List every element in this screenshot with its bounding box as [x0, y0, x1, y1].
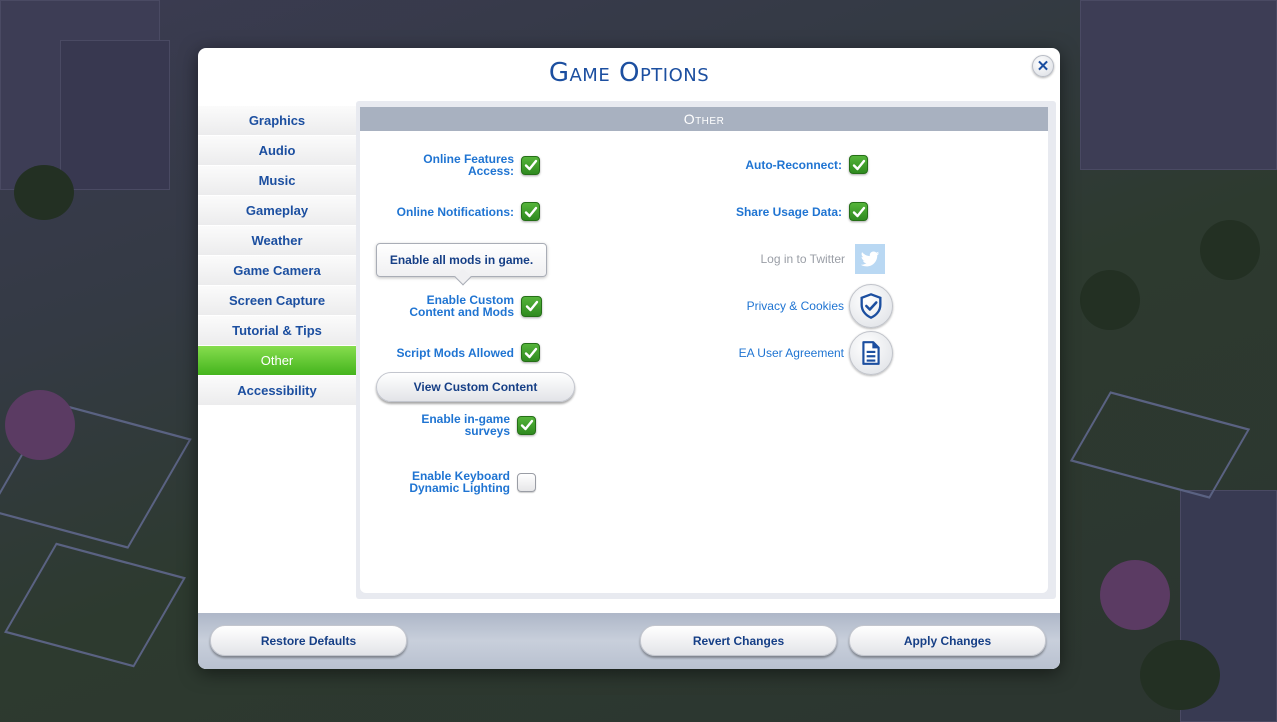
revert-changes-button[interactable]: Revert Changes — [640, 625, 837, 656]
tab-label: Accessibility — [237, 383, 317, 398]
tree — [14, 165, 74, 220]
option-enable-custom-content: Enable Custom Content and Mods — [409, 294, 542, 318]
lot-outline — [4, 542, 186, 668]
checkmark-icon — [520, 419, 533, 431]
option-privacy-cookies: Privacy & Cookies — [747, 284, 893, 328]
user-agreement-label: EA User Agreement — [738, 346, 844, 360]
tab-label: Screen Capture — [228, 293, 326, 308]
tab-label: Music — [258, 173, 296, 188]
tab-label: Gameplay — [245, 203, 309, 218]
tab-label: Other — [260, 353, 294, 368]
ea-user-agreement-button[interactable] — [849, 331, 893, 375]
checkmark-icon — [525, 300, 538, 312]
option-ea-user-agreement: EA User Agreement — [739, 331, 893, 375]
options-sidebar: Graphics Audio Music Gameplay Weather Ga… — [198, 106, 356, 406]
option-twitter-login: Log in to Twitter — [760, 244, 885, 274]
option-keyboard-dynamic-lighting: Enable Keyboard Dynamic Lighting — [409, 470, 536, 494]
online-notifications-checkbox[interactable] — [521, 202, 540, 221]
tree — [1140, 640, 1220, 710]
privacy-cookies-button[interactable] — [849, 284, 893, 328]
option-label: Online Features Access: — [423, 153, 514, 177]
option-online-notifications: Online Notifications: — [397, 202, 540, 221]
checkmark-icon — [524, 347, 537, 358]
surveys-checkbox[interactable] — [517, 415, 536, 435]
options-panel-frame: Other Online Features Access: Online Not… — [356, 101, 1056, 599]
tree — [1080, 270, 1140, 330]
shield-check-icon — [860, 293, 882, 319]
tab-tutorial-tips[interactable]: Tutorial & Tips — [198, 316, 356, 346]
twitter-login-button[interactable] — [855, 244, 885, 274]
dialog-title: Game Options — [548, 58, 710, 88]
option-label: Online Notifications: — [396, 204, 514, 219]
panel-header: Other — [360, 107, 1048, 131]
option-label: Enable Keyboard Dynamic Lighting — [409, 470, 510, 494]
option-label: Auto-Reconnect: — [745, 157, 842, 172]
share-usage-checkbox[interactable] — [849, 202, 868, 221]
tab-label: Graphics — [248, 113, 306, 128]
tab-screen-capture[interactable]: Screen Capture — [198, 286, 356, 316]
custom-content-checkbox[interactable] — [521, 295, 542, 317]
document-icon — [862, 341, 880, 365]
tab-other[interactable]: Other — [198, 346, 356, 376]
auto-reconnect-checkbox[interactable] — [849, 155, 868, 174]
tab-label: Tutorial & Tips — [232, 323, 322, 338]
option-label-line: Access: — [467, 164, 514, 178]
tab-weather[interactable]: Weather — [198, 226, 356, 256]
option-label-line: Dynamic Lighting — [409, 481, 510, 495]
privacy-label: Privacy & Cookies — [746, 299, 844, 313]
option-label: Script Mods Allowed — [396, 345, 514, 360]
lot-outline — [1069, 391, 1251, 499]
option-label-line: surveys — [464, 424, 510, 438]
tab-audio[interactable]: Audio — [198, 136, 356, 166]
option-online-features-access: Online Features Access: — [423, 153, 540, 177]
option-label: Enable in-game surveys — [421, 413, 510, 437]
option-label-line: Content and Mods — [409, 305, 514, 319]
game-options-dialog: Game Options ✕ Graphics Audio Music Game… — [198, 48, 1060, 669]
close-icon: ✕ — [1036, 57, 1050, 75]
checkmark-icon — [524, 206, 537, 217]
twitter-icon — [860, 251, 880, 267]
option-script-mods-allowed: Script Mods Allowed — [396, 343, 540, 362]
tab-graphics[interactable]: Graphics — [198, 106, 356, 136]
tree — [1200, 220, 1260, 280]
tab-label: Weather — [251, 233, 303, 248]
apply-changes-button[interactable]: Apply Changes — [849, 625, 1046, 656]
option-label: Enable Custom Content and Mods — [409, 294, 514, 318]
tab-gameplay[interactable]: Gameplay — [198, 196, 356, 226]
script-mods-checkbox[interactable] — [521, 343, 540, 362]
tree — [5, 390, 75, 460]
checkmark-icon — [524, 159, 537, 171]
tab-label: Audio — [258, 143, 296, 158]
restore-defaults-button[interactable]: Restore Defaults — [210, 625, 407, 656]
dialog-footer: Restore Defaults Revert Changes Apply Ch… — [198, 613, 1060, 669]
online-features-checkbox[interactable] — [521, 155, 540, 175]
option-share-usage-data: Share Usage Data: — [736, 202, 868, 221]
building — [60, 40, 170, 190]
option-auto-reconnect: Auto-Reconnect: — [745, 155, 868, 174]
tree — [1100, 560, 1170, 630]
tab-game-camera[interactable]: Game Camera — [198, 256, 356, 286]
tooltip: Enable all mods in game. — [376, 243, 547, 277]
tab-label: Game Camera — [233, 263, 321, 278]
tab-accessibility[interactable]: Accessibility — [198, 376, 356, 406]
building — [1080, 0, 1277, 170]
twitter-label: Log in to Twitter — [760, 252, 846, 266]
options-panel: Other Online Features Access: Online Not… — [360, 107, 1048, 593]
checkmark-icon — [852, 206, 865, 217]
checkmark-icon — [852, 159, 865, 170]
keyboard-lighting-checkbox[interactable] — [517, 472, 536, 492]
tab-music[interactable]: Music — [198, 166, 356, 196]
view-custom-content-button[interactable]: View Custom Content — [376, 372, 575, 402]
close-button[interactable]: ✕ — [1032, 55, 1054, 77]
option-label: Share Usage Data: — [735, 204, 842, 219]
option-enable-surveys: Enable in-game surveys — [421, 413, 536, 437]
